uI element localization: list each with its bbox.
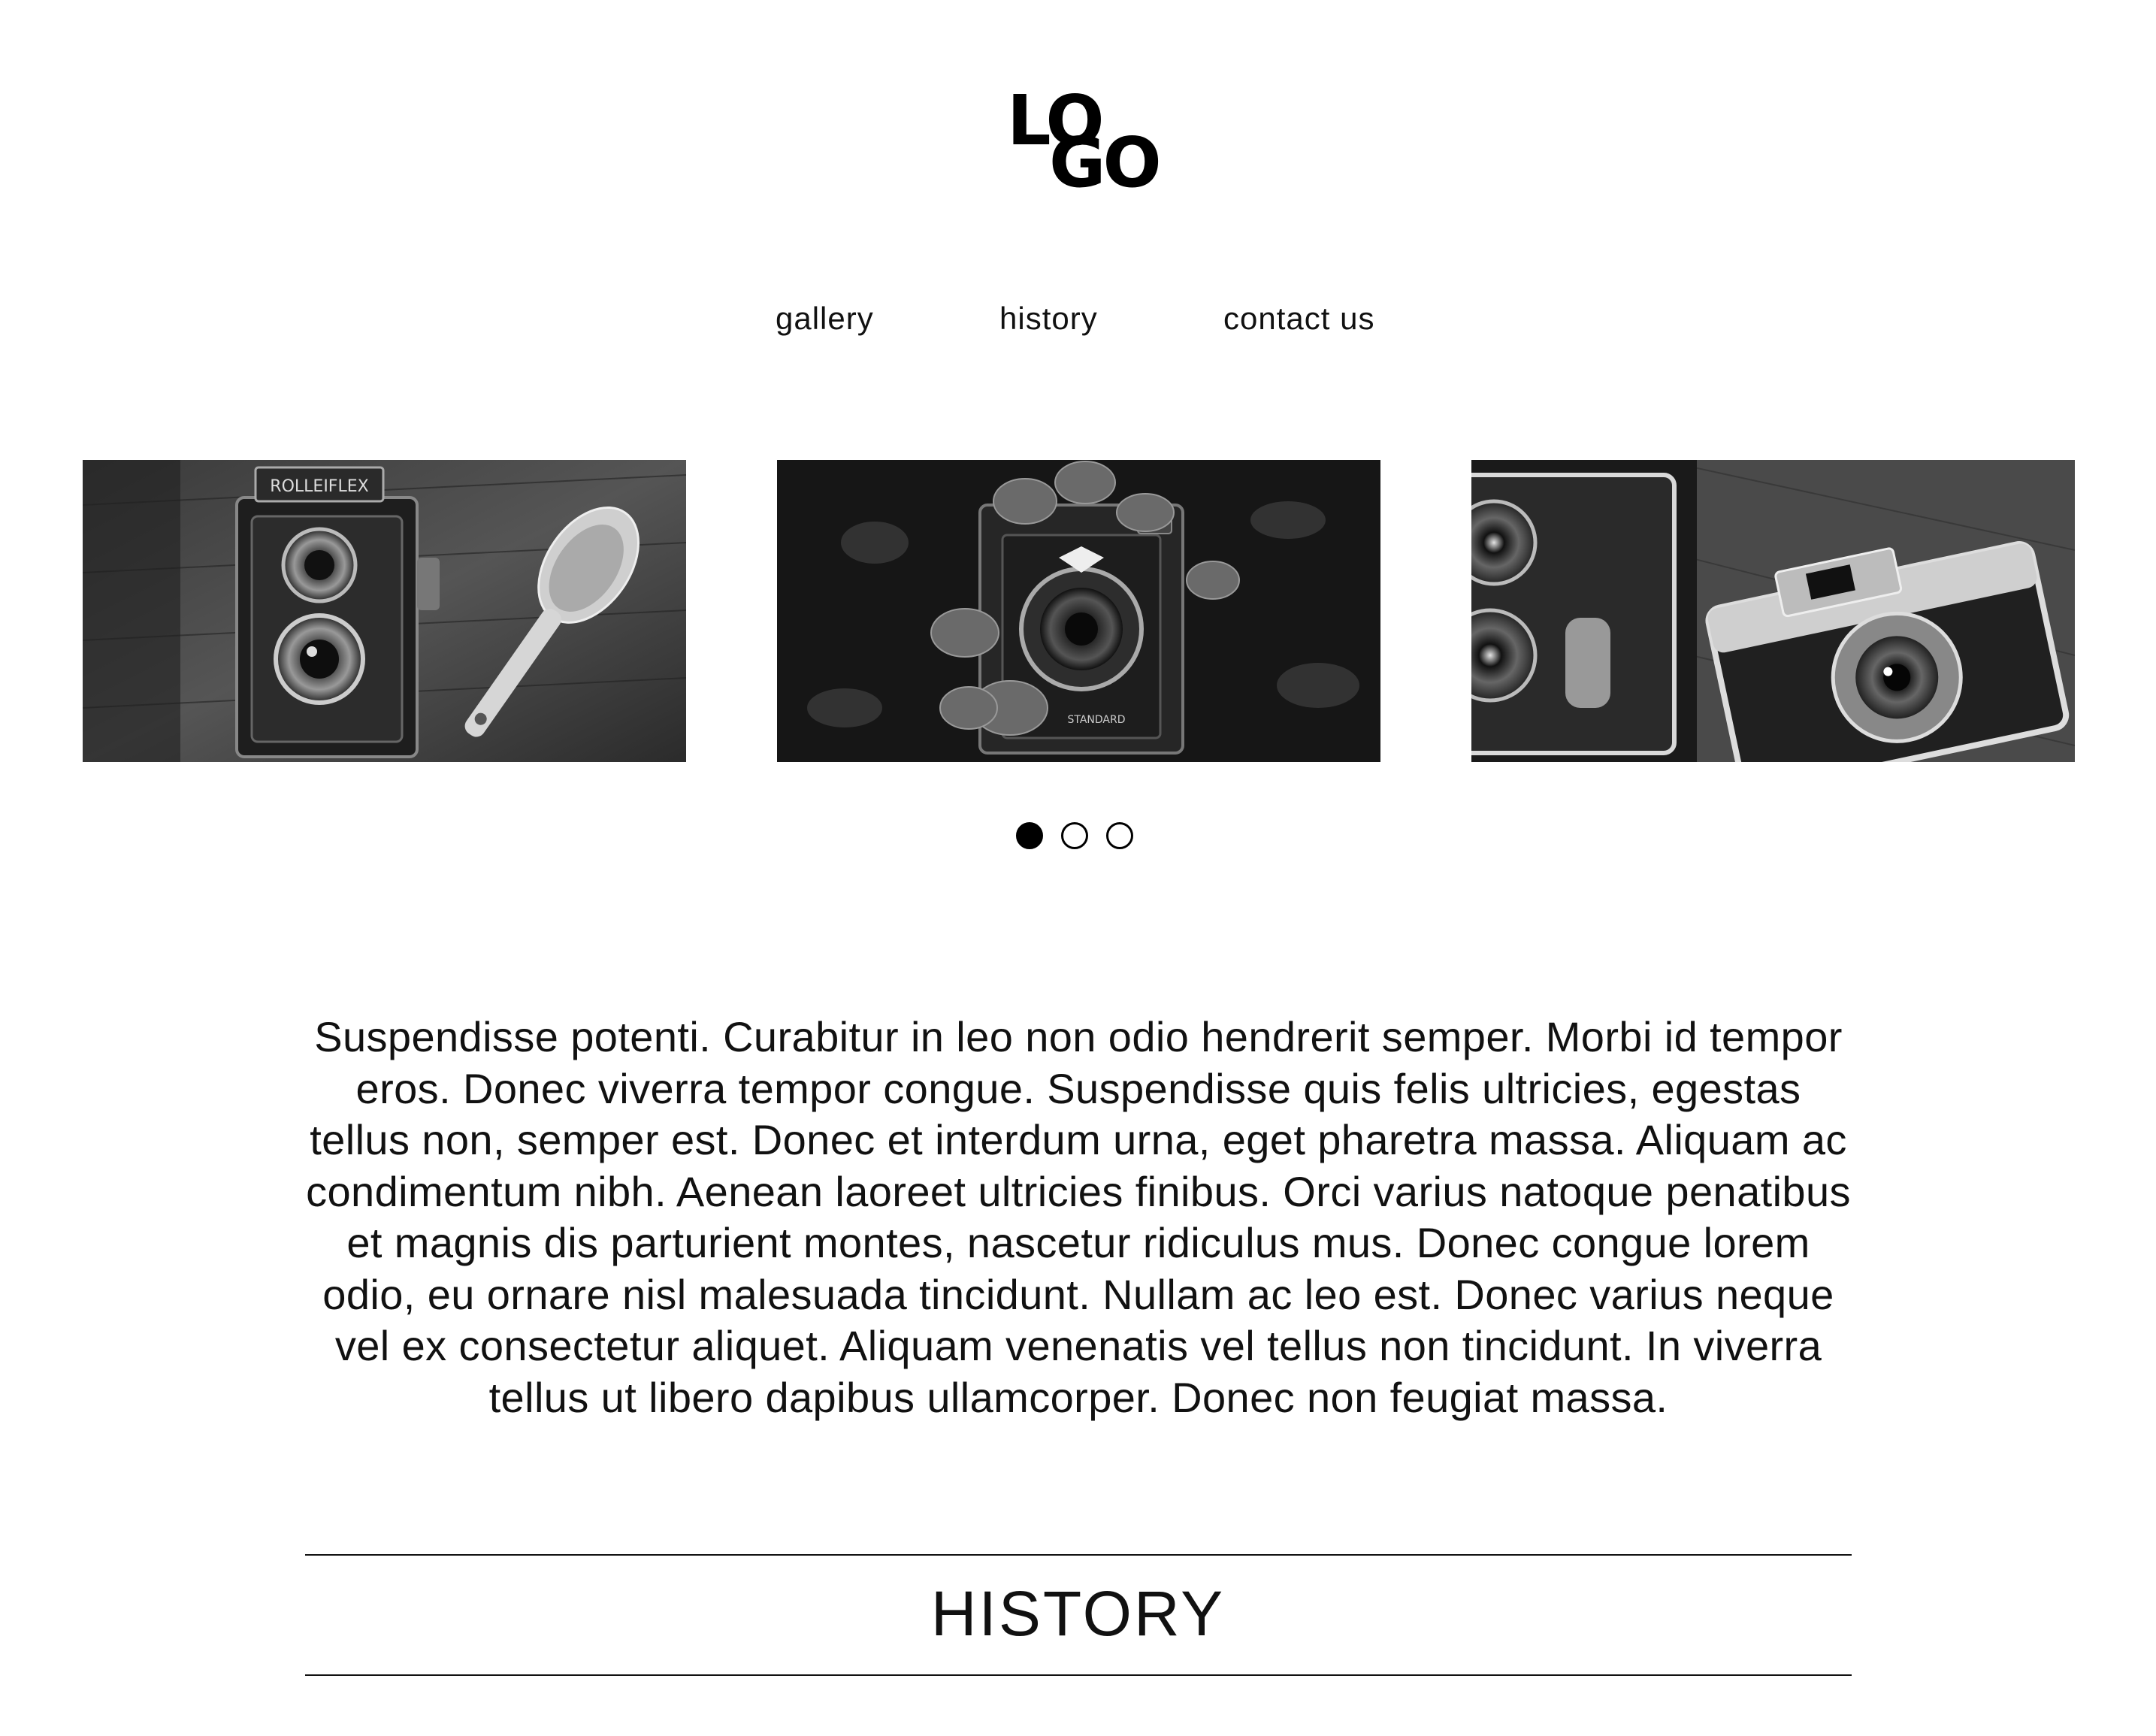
logo-line-2: GO (1049, 122, 1162, 203)
carousel-indicators (1016, 822, 1144, 855)
intro-paragraph: Suspendisse potenti. Curabitur in leo no… (306, 1013, 1851, 1421)
section-divider-top (305, 1554, 1852, 1556)
gallery-image-twin-lens-camera[interactable]: ROLLEIFLEX (83, 460, 686, 762)
svg-text:STANDARD: STANDARD (1067, 714, 1125, 726)
site-logo[interactable]: LO GO (1007, 86, 1172, 198)
carousel-dot-1[interactable] (1016, 822, 1043, 849)
svg-text:ROLLEIFLEX: ROLLEIFLEX (270, 477, 368, 496)
nav-link-history[interactable]: history (999, 301, 1098, 337)
nav-link-contact-us[interactable]: contact us (1223, 301, 1374, 337)
carousel-dot-2[interactable] (1061, 822, 1088, 849)
gallery-image-folding-camera[interactable]: STANDARD (777, 460, 1380, 762)
nav-link-gallery[interactable]: gallery (776, 301, 874, 337)
history-heading: HISTORY (930, 1578, 1226, 1649)
gallery-image-compact-cameras[interactable] (1471, 460, 2075, 762)
section-divider-bottom (305, 1674, 1852, 1676)
photo-gallery: ROLLEIFLEX STANDARD (0, 460, 2156, 764)
main-nav: gallery history contact us (0, 301, 2156, 346)
carousel-dot-3[interactable] (1106, 822, 1133, 849)
